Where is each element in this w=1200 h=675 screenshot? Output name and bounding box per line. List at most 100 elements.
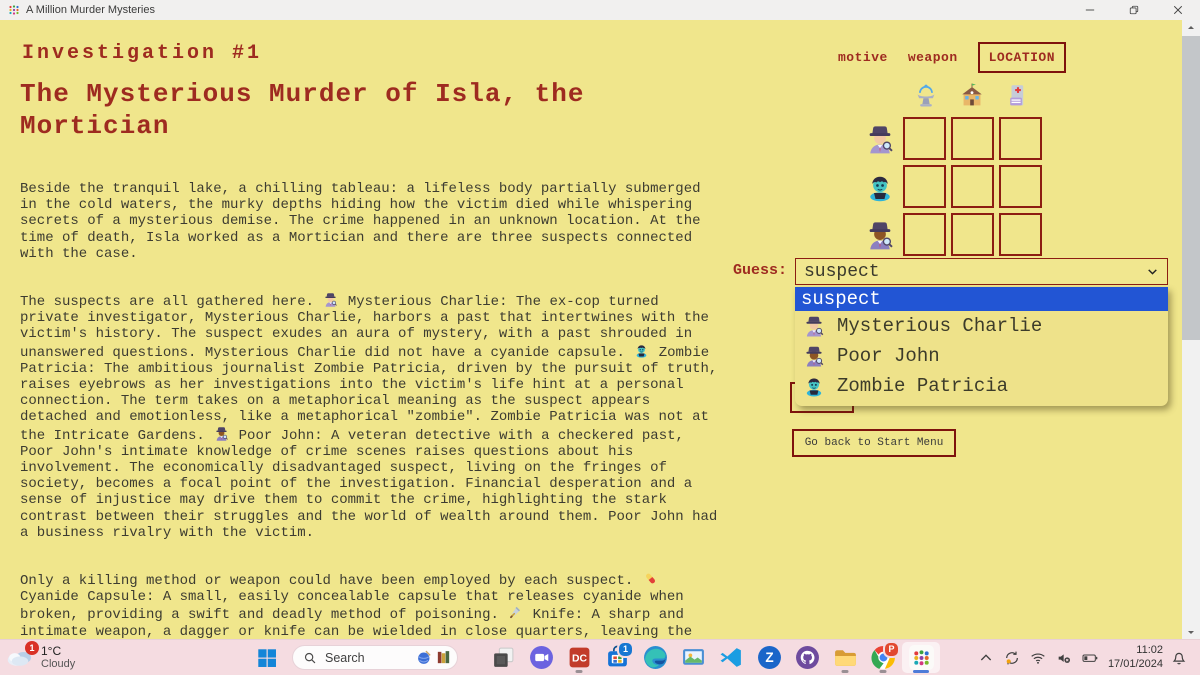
minimize-icon — [1085, 5, 1095, 15]
taskbar-app-display-app[interactable] — [674, 642, 712, 673]
restore-icon — [1129, 5, 1139, 15]
scrollbar[interactable] — [1182, 20, 1200, 640]
start-button[interactable] — [256, 647, 278, 669]
taskbar-app-vscode[interactable] — [712, 642, 750, 673]
story-paragraph: Only a killing method or weapon could ha… — [20, 571, 720, 640]
scroll-down-icon[interactable] — [1185, 626, 1197, 638]
zombie-icon — [634, 343, 649, 358]
guess-option[interactable]: suspect — [795, 287, 1168, 311]
clue-tab-weapon[interactable]: weapon — [908, 50, 958, 65]
running-indicator — [576, 670, 583, 673]
close-icon — [1173, 5, 1183, 15]
clue-tab-location[interactable]: LOCATION — [978, 42, 1066, 73]
battery-icon — [1082, 650, 1098, 666]
clock-time: 11:02 — [1108, 644, 1163, 658]
guess-option[interactable]: Poor John — [795, 341, 1168, 371]
taskbar-app-video-chat[interactable] — [522, 642, 560, 673]
board-cell[interactable] — [999, 213, 1042, 256]
minimize-button[interactable] — [1068, 0, 1112, 20]
board-cell[interactable] — [903, 117, 946, 160]
taskbar-app-github[interactable] — [788, 642, 826, 673]
tray-battery-button[interactable] — [1080, 649, 1100, 667]
guess-select[interactable]: suspect — [795, 258, 1168, 285]
tray-volume-muted-button[interactable] — [1054, 649, 1074, 667]
video-chat-icon — [529, 645, 554, 670]
system-tray — [976, 649, 1100, 667]
board-row — [865, 165, 1047, 208]
zombie-icon — [803, 375, 825, 397]
windows-logo-icon — [256, 647, 278, 669]
board-cell[interactable] — [999, 117, 1042, 160]
hospital-icon — [1005, 82, 1031, 108]
running-indicator — [880, 670, 887, 673]
clue-tabs: motive weapon LOCATION — [838, 42, 1066, 72]
guess-dropdown-list: suspect Mysterious Charlie Poor JohnZombie… — [795, 287, 1168, 406]
taskbar-app-file-explorer[interactable] — [826, 642, 864, 673]
fountain-icon — [913, 82, 939, 108]
tray-wifi-button[interactable] — [1028, 649, 1048, 667]
bell-icon — [1170, 648, 1188, 666]
taskbar: 1 1°C Cloudy Search DC 1 Z P 11:02 17/01/20… — [0, 639, 1200, 675]
board-cell[interactable] — [951, 213, 994, 256]
titlebar: A Million Murder Mysteries — [0, 0, 1200, 20]
detective-dark-icon — [214, 426, 229, 441]
detective-icon — [865, 124, 895, 154]
github-icon — [795, 645, 820, 670]
weather-temperature: 1°C — [41, 644, 75, 658]
search-box[interactable]: Search — [292, 645, 458, 670]
volume-muted-icon — [1056, 650, 1072, 666]
taskbar-app-murder-mysteries[interactable] — [902, 642, 940, 673]
taskbar-clock[interactable]: 11:02 17/01/2024 — [1108, 644, 1163, 671]
guess-option-label: Mysterious Charlie — [837, 315, 1042, 337]
display-app-icon — [681, 645, 706, 670]
weather-widget[interactable]: 1 1°C Cloudy — [6, 643, 75, 671]
murder-mysteries-icon — [909, 645, 934, 670]
window-title: A Million Murder Mysteries — [26, 4, 155, 16]
search-decorations — [416, 649, 452, 666]
yarn-ball-icon — [416, 649, 433, 666]
back-to-start-button[interactable]: Go back to Start Menu — [792, 429, 956, 457]
guess-label: Guess: — [733, 262, 787, 279]
taskbar-app-ms-store[interactable]: 1 — [598, 642, 636, 673]
tray-sync-button[interactable] — [1002, 649, 1022, 667]
case-title: The Mysterious Murder of Isla, the Morti… — [20, 78, 660, 142]
detective-dark-icon — [803, 345, 825, 367]
sync-icon — [1004, 650, 1020, 666]
search-placeholder: Search — [325, 651, 416, 665]
investigation-heading: Investigation #1 — [22, 42, 262, 65]
scrollbar-thumb[interactable] — [1182, 36, 1200, 340]
board-cell[interactable] — [999, 165, 1042, 208]
board-cell[interactable] — [951, 117, 994, 160]
squares-app-icon — [491, 645, 516, 670]
story-paragraph: Beside the tranquil lake, a chilling tab… — [20, 181, 720, 262]
edge-icon — [643, 645, 668, 670]
guess-option[interactable]: Zombie Patricia — [795, 371, 1168, 401]
notifications-button[interactable] — [1170, 648, 1188, 666]
weather-badge: 1 — [25, 641, 39, 655]
board-cell[interactable] — [903, 213, 946, 256]
guess-option-label: suspect — [801, 288, 881, 310]
guess-option[interactable]: Mysterious Charlie — [795, 311, 1168, 341]
notification-badge: P — [883, 641, 900, 658]
detective-icon — [803, 315, 825, 337]
clock-date: 17/01/2024 — [1108, 658, 1163, 672]
board-cell[interactable] — [951, 165, 994, 208]
scroll-up-icon[interactable] — [1185, 22, 1197, 34]
running-indicator — [913, 670, 929, 673]
close-button[interactable] — [1156, 0, 1200, 20]
board-cell[interactable] — [903, 165, 946, 208]
taskbar-app-chrome[interactable]: P — [864, 642, 902, 673]
board-row — [865, 117, 1047, 160]
tray-chevron-up-button[interactable] — [976, 649, 996, 667]
clue-tab-motive[interactable]: motive — [838, 50, 888, 65]
chevron-up-icon — [978, 650, 994, 666]
wifi-icon — [1030, 650, 1046, 666]
taskbar-app-edge[interactable] — [636, 642, 674, 673]
taskbar-app-dc-app[interactable]: DC — [560, 642, 598, 673]
taskbar-app-squares-app[interactable] — [484, 642, 522, 673]
guess-selected-value: suspect — [804, 262, 880, 282]
taskbar-app-z-app[interactable]: Z — [750, 642, 788, 673]
window-controls — [1068, 0, 1200, 20]
svg-text:DC: DC — [571, 654, 587, 665]
restore-button[interactable] — [1112, 0, 1156, 20]
